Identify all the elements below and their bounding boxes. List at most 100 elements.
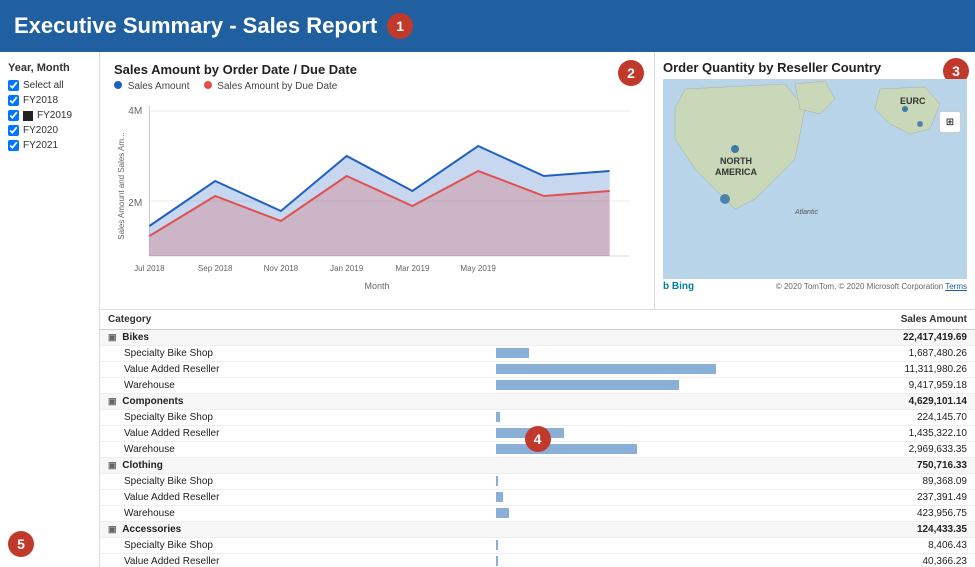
- fy2018-checkbox[interactable]: [8, 95, 19, 106]
- fy2021-checkbox[interactable]: [8, 140, 19, 151]
- main-content: Year, Month Select all FY2018 FY2019 FY2…: [0, 52, 975, 567]
- amount-cell: 9,417,959.18: [724, 378, 975, 394]
- bar: [496, 492, 503, 502]
- svg-text:Atlantic: Atlantic: [794, 209, 818, 216]
- bar: [496, 428, 564, 438]
- table-row: Specialty Bike Shop 8,406.43: [100, 538, 975, 554]
- table-row: Value Added Reseller 40,366.23: [100, 554, 975, 567]
- table-row: ▣ Accessories 124,433.35: [100, 522, 975, 538]
- legend-sales-amount: Sales Amount: [114, 81, 190, 92]
- bar-cell: [488, 554, 724, 567]
- legend-dot-blue: [114, 81, 122, 89]
- table-row: ▣ Bikes 22,417,419.69: [100, 330, 975, 346]
- map-svg: NORTH AMERICA EURC Atlantic: [663, 79, 967, 279]
- svg-text:AMERICA: AMERICA: [715, 167, 757, 177]
- sub-label: Warehouse: [100, 506, 488, 522]
- table-row: Specialty Bike Shop 224,145.70: [100, 410, 975, 426]
- map-title: Order Quantity by Reseller Country: [663, 60, 967, 75]
- line-chart: 4M 2M Jul 201: [114, 96, 640, 276]
- filter-select-all[interactable]: Select all: [8, 80, 91, 91]
- svg-text:Sales Amount and Sales Am...: Sales Amount and Sales Am...: [117, 132, 126, 239]
- amount-cell: 11,311,980.26: [724, 362, 975, 378]
- select-all-checkbox[interactable]: [8, 80, 19, 91]
- fy2020-checkbox[interactable]: [8, 125, 19, 136]
- fy2020-label: FY2020: [23, 125, 58, 136]
- top-area: Sales Amount by Order Date / Due Date Sa…: [100, 52, 975, 310]
- bar-cell: [488, 442, 724, 458]
- amount-cell: 4,629,101.14: [724, 394, 975, 410]
- map-icon[interactable]: ⊞: [939, 111, 961, 133]
- sub-label: Warehouse: [100, 442, 488, 458]
- table-row: Value Added Reseller 237,391.49: [100, 490, 975, 506]
- sub-label: Specialty Bike Shop: [100, 346, 488, 362]
- sidebar-title: Year, Month: [8, 62, 91, 74]
- col-bar: [488, 310, 724, 330]
- bar: [496, 412, 500, 422]
- fy2019-checkbox[interactable]: [8, 110, 19, 121]
- table-row: Value Added Reseller 11,311,980.26: [100, 362, 975, 378]
- amount-cell: 22,417,419.69: [724, 330, 975, 346]
- amount-cell: 423,956.75: [724, 506, 975, 522]
- table-row: Warehouse 423,956.75: [100, 506, 975, 522]
- bar-cell: [488, 490, 724, 506]
- bar-cell: [488, 394, 724, 410]
- legend-due-date: Sales Amount by Due Date: [204, 81, 338, 92]
- bar-cell: [488, 378, 724, 394]
- select-all-label: Select all: [23, 80, 64, 91]
- svg-text:NORTH: NORTH: [720, 156, 752, 166]
- bar: [496, 380, 679, 390]
- table-panel[interactable]: Category Sales Amount ▣ Bikes 22,417,419…: [100, 310, 975, 567]
- category-label: ▣ Bikes: [100, 330, 488, 346]
- filter-fy2020[interactable]: FY2020: [8, 125, 91, 136]
- category-label: ▣ Clothing: [100, 458, 488, 474]
- amount-cell: 40,366.23: [724, 554, 975, 567]
- map-footer: b Bing © 2020 TomTom, © 2020 Microsoft C…: [663, 281, 967, 292]
- table-header-row: Category Sales Amount: [100, 310, 975, 330]
- bar: [496, 348, 529, 358]
- filter-fy2018[interactable]: FY2018: [8, 95, 91, 106]
- bar-cell: [488, 522, 724, 538]
- bar-cell: [488, 458, 724, 474]
- sub-label: Specialty Bike Shop: [100, 538, 488, 554]
- amount-cell: 2,969,633.35: [724, 442, 975, 458]
- badge-5: 5: [8, 531, 34, 557]
- svg-text:Jan 2019: Jan 2019: [330, 264, 364, 273]
- col-category[interactable]: Category: [100, 310, 488, 330]
- badge-2: 2: [618, 60, 644, 86]
- amount-cell: 1,435,322.10: [724, 426, 975, 442]
- table-body: ▣ Bikes 22,417,419.69 Specialty Bike Sho…: [100, 330, 975, 567]
- table-row: ▣ Components 4,629,101.14: [100, 394, 975, 410]
- amount-cell: 1,687,480.26: [724, 346, 975, 362]
- sub-label: Value Added Reseller: [100, 426, 488, 442]
- filter-fy2019[interactable]: FY2019: [8, 110, 91, 121]
- bar: [496, 540, 498, 550]
- svg-text:May 2019: May 2019: [460, 264, 496, 273]
- bar: [496, 556, 498, 566]
- bar-cell: [488, 506, 724, 522]
- svg-text:Jul 2018: Jul 2018: [134, 264, 165, 273]
- expand-icon[interactable]: ▣: [108, 332, 117, 342]
- bar-cell: [488, 538, 724, 554]
- map-container[interactable]: NORTH AMERICA EURC Atlantic ⊞: [663, 79, 967, 279]
- expand-icon[interactable]: ▣: [108, 460, 117, 470]
- bing-logo: b Bing: [663, 281, 694, 292]
- amount-cell: 8,406.43: [724, 538, 975, 554]
- expand-icon[interactable]: ▣: [108, 396, 117, 406]
- filter-fy2021[interactable]: FY2021: [8, 140, 91, 151]
- bar-cell: [488, 410, 724, 426]
- col-amount[interactable]: Sales Amount: [724, 310, 975, 330]
- sub-label: Value Added Reseller: [100, 554, 488, 567]
- table-row: Warehouse 9,417,959.18: [100, 378, 975, 394]
- table-row: ▣ Clothing 750,716.33: [100, 458, 975, 474]
- fy2021-label: FY2021: [23, 140, 58, 151]
- header: Executive Summary - Sales Report 1: [0, 0, 975, 52]
- bar-cell: [488, 474, 724, 490]
- sales-table: Category Sales Amount ▣ Bikes 22,417,419…: [100, 310, 975, 567]
- sub-label: Specialty Bike Shop: [100, 410, 488, 426]
- badge-1: 1: [387, 13, 413, 39]
- bar: [496, 444, 637, 454]
- legend-dot-red: [204, 81, 212, 89]
- amount-cell: 237,391.49: [724, 490, 975, 506]
- table-row: Specialty Bike Shop 89,368.09: [100, 474, 975, 490]
- expand-icon[interactable]: ▣: [108, 524, 117, 534]
